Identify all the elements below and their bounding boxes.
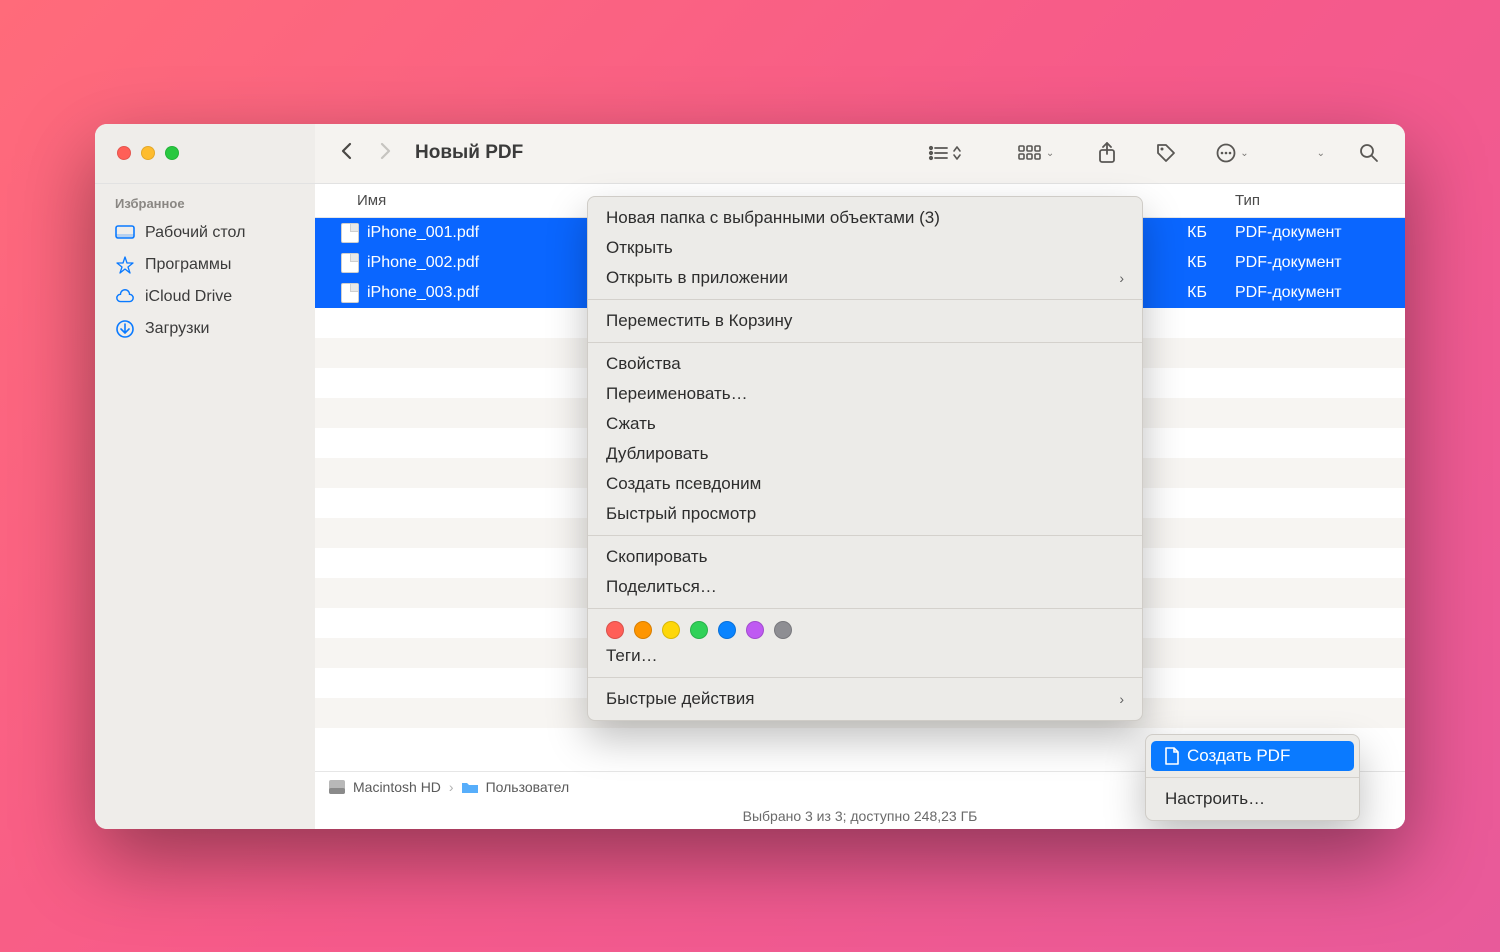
file-type: PDF-документ (1225, 284, 1405, 302)
minimize-button[interactable] (141, 146, 155, 160)
status-text: Выбрано 3 из 3; доступно 248,23 ГБ (743, 808, 978, 824)
file-type: PDF-документ (1225, 254, 1405, 272)
menu-make-alias[interactable]: Создать псевдоним (588, 469, 1142, 499)
submenu-label: Создать PDF (1187, 746, 1290, 766)
col-type[interactable]: Тип (1225, 192, 1405, 209)
sidebar-item-icloud[interactable]: iCloud Drive (95, 281, 315, 313)
window-title: Новый PDF (415, 142, 523, 164)
sidebar-group-favorites: Избранное (95, 196, 315, 217)
chevron-right-icon: › (1119, 691, 1124, 707)
disk-icon (329, 780, 345, 794)
cloud-icon (115, 287, 135, 307)
menu-rename[interactable]: Переименовать… (588, 379, 1142, 409)
menu-separator (588, 677, 1142, 678)
menu-share[interactable]: Поделиться… (588, 572, 1142, 602)
maximize-button[interactable] (165, 146, 179, 160)
menu-compress[interactable]: Сжать (588, 409, 1142, 439)
sidebar-item-downloads[interactable]: Загрузки (95, 313, 315, 345)
menu-duplicate[interactable]: Дублировать (588, 439, 1142, 469)
titlebar: Новый PDF ⌄ ⌄ ⌄ (95, 124, 1405, 184)
menu-separator (588, 342, 1142, 343)
submenu-create-pdf[interactable]: Создать PDF (1151, 741, 1354, 771)
sidebar-item-label: iCloud Drive (145, 288, 232, 306)
menu-open-with[interactable]: Открыть в приложении› (588, 263, 1142, 293)
toolbar: Новый PDF ⌄ ⌄ ⌄ (315, 124, 1405, 183)
submenu-customize[interactable]: Настроить… (1151, 784, 1354, 814)
sidebar-item-label: Рабочий стол (145, 224, 245, 242)
close-button[interactable] (117, 146, 131, 160)
menu-tags-more[interactable]: Теги… (588, 641, 1142, 671)
menu-separator (588, 608, 1142, 609)
path-crumb[interactable]: Пользовател (486, 779, 570, 795)
sidebar-item-label: Программы (145, 256, 231, 274)
folder-icon (462, 780, 478, 794)
menu-new-folder-with-selection[interactable]: Новая папка с выбранными объектами (3) (588, 203, 1142, 233)
file-icon (341, 253, 359, 273)
view-list-button[interactable] (920, 141, 970, 165)
dropdown-chevron[interactable]: ⌄ (1307, 144, 1333, 163)
path-crumb[interactable]: Macintosh HD (353, 779, 441, 795)
context-menu: Новая папка с выбранными объектами (3) О… (587, 196, 1143, 721)
quick-actions-submenu: Создать PDF Настроить… (1145, 734, 1360, 821)
tag-swatch[interactable] (634, 621, 652, 639)
share-button[interactable] (1090, 138, 1124, 168)
chevron-down-icon: ⌄ (1046, 148, 1054, 159)
menu-separator (1146, 777, 1359, 778)
file-icon (341, 283, 359, 303)
search-button[interactable] (1351, 139, 1387, 167)
menu-separator (588, 299, 1142, 300)
file-icon (341, 223, 359, 243)
tag-swatch[interactable] (662, 621, 680, 639)
tag-swatch[interactable] (690, 621, 708, 639)
menu-open[interactable]: Открыть (588, 233, 1142, 263)
forward-button[interactable] (371, 142, 399, 165)
tag-swatch[interactable] (718, 621, 736, 639)
menu-tag-colors (588, 615, 1142, 641)
submenu-label: Настроить… (1165, 789, 1265, 809)
sidebar: Избранное Рабочий стол Программы iCloud … (95, 184, 315, 829)
group-by-button[interactable]: ⌄ (1010, 141, 1062, 165)
sidebar-item-desktop[interactable]: Рабочий стол (95, 217, 315, 249)
back-button[interactable] (333, 142, 361, 165)
finder-window: Новый PDF ⌄ ⌄ ⌄ (95, 124, 1405, 829)
more-button[interactable]: ⌄ (1208, 139, 1256, 167)
document-icon (1165, 747, 1179, 765)
file-type: PDF-документ (1225, 224, 1405, 242)
downloads-icon (115, 319, 135, 339)
path-sep: › (449, 779, 454, 795)
tag-swatch[interactable] (606, 621, 624, 639)
menu-move-to-trash[interactable]: Переместить в Корзину (588, 306, 1142, 336)
chevron-down-icon: ⌄ (1240, 148, 1248, 159)
chevron-right-icon: › (1119, 270, 1124, 286)
applications-icon (115, 255, 135, 275)
sidebar-item-label: Загрузки (145, 320, 209, 338)
menu-copy[interactable]: Скопировать (588, 542, 1142, 572)
traffic-lights (95, 124, 315, 183)
menu-get-info[interactable]: Свойства (588, 349, 1142, 379)
tag-swatch[interactable] (746, 621, 764, 639)
tags-button[interactable] (1148, 139, 1184, 167)
sidebar-item-applications[interactable]: Программы (95, 249, 315, 281)
menu-separator (588, 535, 1142, 536)
desktop-icon (115, 223, 135, 243)
menu-quick-actions[interactable]: Быстрые действия› (588, 684, 1142, 714)
tag-swatch[interactable] (774, 621, 792, 639)
menu-quicklook[interactable]: Быстрый просмотр (588, 499, 1142, 529)
